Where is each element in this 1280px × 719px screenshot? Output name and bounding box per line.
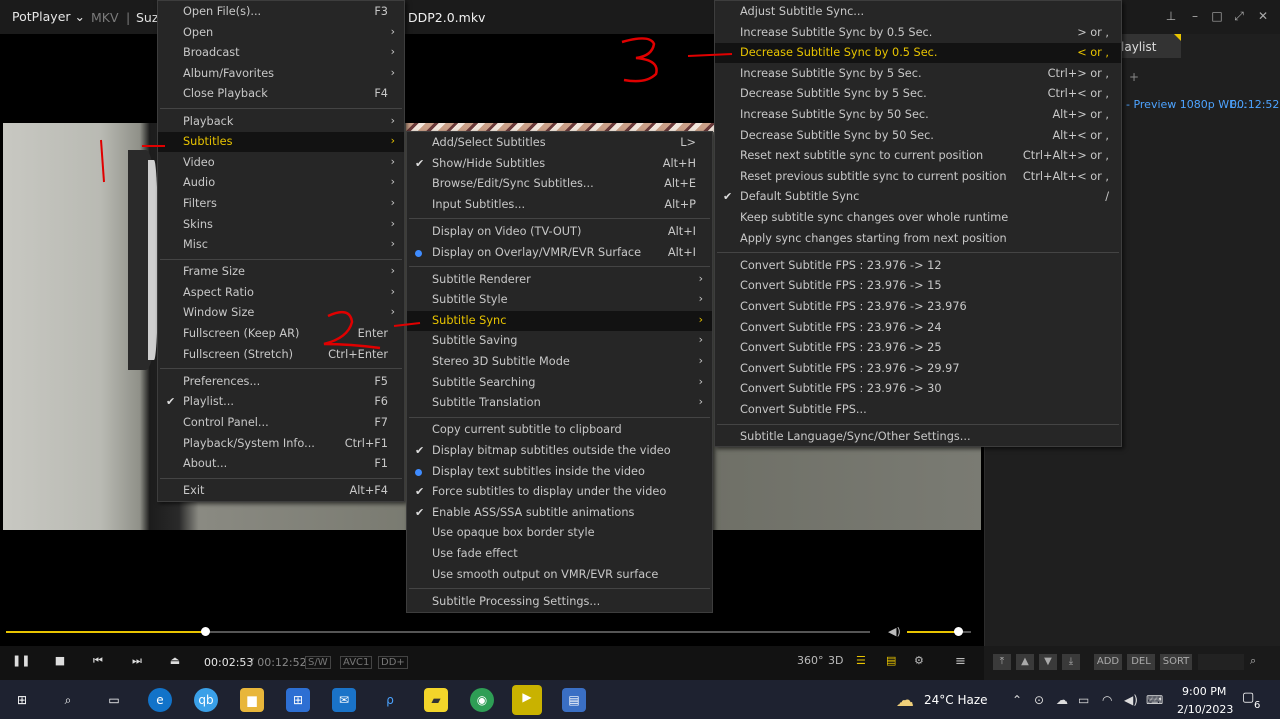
annotation-mark-3	[621, 37, 658, 83]
annotation-mark-1	[100, 139, 105, 183]
annotation-dash-2	[393, 322, 421, 327]
annotation-mark-2	[323, 310, 381, 350]
annotation-overlay	[100, 37, 733, 350]
potplayer-window: PotPlayer ⌄ MKV | Suzu DDP2.0.mkv ⊥ – □ …	[0, 0, 1280, 719]
annotation-dash-3	[687, 53, 733, 57]
